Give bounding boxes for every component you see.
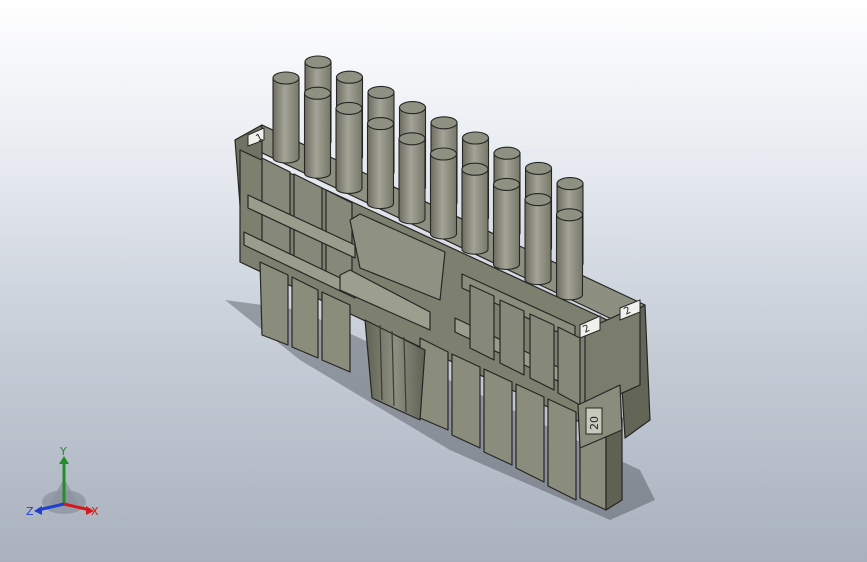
pin: [524, 193, 552, 286]
pin: [398, 132, 426, 225]
pin: [366, 117, 395, 210]
position-label: 20: [588, 416, 601, 430]
z-axis-label: Z: [26, 505, 34, 518]
pin: [429, 147, 458, 240]
pin: [272, 71, 300, 164]
connector-model[interactable]: 1 2 2 20: [0, 0, 867, 562]
pin: [335, 101, 363, 194]
coordinate-triad-icon[interactable]: Y X Z: [22, 446, 108, 526]
graphics-viewport[interactable]: 1 2 2 20 Y X Z: [0, 0, 867, 562]
pin: [492, 177, 521, 270]
z-axis-arrow: [34, 506, 42, 515]
pin: [555, 208, 584, 301]
pin: [461, 162, 489, 255]
y-axis-label: Y: [59, 446, 67, 458]
x-axis-label: X: [91, 505, 99, 518]
pin: [303, 86, 332, 179]
